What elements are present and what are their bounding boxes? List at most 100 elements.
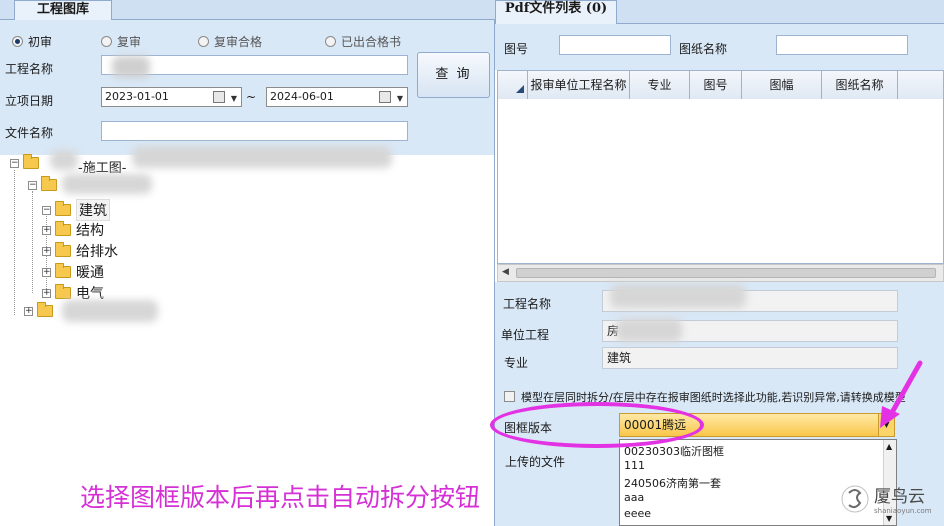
- folder-open-icon: [41, 176, 57, 191]
- redacted-block: [616, 318, 682, 342]
- project-name-label: 工程名称: [5, 62, 54, 76]
- radio-dot: [101, 36, 112, 47]
- pdf-file-grid: 报审单位工程名称 专业 图号 图幅 图纸名称: [497, 70, 944, 264]
- tree-node-other[interactable]: +: [24, 302, 58, 317]
- tree-node-hvac[interactable]: + 暖通: [42, 262, 104, 282]
- expand-icon[interactable]: +: [42, 225, 51, 235]
- collapse-icon[interactable]: −: [42, 205, 51, 215]
- setup-date-label: 立项日期: [5, 94, 54, 108]
- redacted-block: [62, 300, 158, 322]
- folder-icon: [55, 221, 71, 236]
- tree-node-level1[interactable]: −: [28, 176, 62, 191]
- dropdown-option[interactable]: eeee: [624, 507, 651, 520]
- column-header-extra[interactable]: [898, 71, 943, 99]
- drawing-no-label: 图号: [504, 42, 529, 56]
- instruction-caption: 选择图框版本后再点击自动拆分按钮: [80, 483, 481, 512]
- tree-node-label: 给排水: [76, 244, 118, 260]
- column-header[interactable]: 图幅: [742, 71, 822, 99]
- drawing-no-input[interactable]: [559, 35, 671, 55]
- date-to-value: 2024-06-01: [270, 90, 334, 103]
- annotation-ellipse: [490, 402, 704, 448]
- date-to-picker[interactable]: 2024-06-01 ▼: [266, 87, 408, 107]
- folder-icon: [55, 242, 71, 257]
- tree-node-label: 建筑: [76, 199, 110, 221]
- bird-logo-icon: [841, 485, 869, 512]
- project-name-label: 工程名称: [503, 297, 552, 311]
- specialty-field[interactable]: 建筑: [602, 347, 898, 369]
- tree-node-structure[interactable]: + 结构: [42, 220, 104, 240]
- column-header[interactable]: 图纸名称: [822, 71, 898, 99]
- sort-icon: [516, 85, 524, 93]
- expand-icon[interactable]: +: [42, 267, 51, 277]
- date-separator: ~: [246, 90, 257, 104]
- chevron-down-icon: ▼: [396, 94, 403, 103]
- radio-dot: [12, 36, 23, 47]
- chevron-down-icon: ▼: [230, 94, 237, 103]
- folder-icon: [55, 284, 71, 299]
- file-name-label: 文件名称: [5, 126, 54, 140]
- folder-icon: [37, 302, 53, 317]
- dropdown-option[interactable]: 240506济南第一套: [624, 475, 721, 491]
- horizontal-scrollbar[interactable]: ◀: [497, 264, 944, 282]
- scroll-thumb[interactable]: [516, 268, 936, 278]
- calendar-icon: [213, 91, 225, 103]
- drawing-name-input[interactable]: [776, 35, 908, 55]
- radio-label: 复审: [117, 35, 142, 49]
- radio-re-review[interactable]: 复审: [101, 33, 141, 50]
- scroll-left-icon[interactable]: ◀: [502, 267, 509, 277]
- tree-line: [14, 170, 15, 315]
- date-from-picker[interactable]: 2023-01-01 ▼: [101, 87, 242, 107]
- radio-first-review[interactable]: 初审: [12, 33, 52, 50]
- drawing-name-label: 图纸名称: [679, 42, 728, 56]
- folder-open-icon: [23, 154, 39, 169]
- expand-icon[interactable]: +: [42, 288, 51, 298]
- watermark-brand: 厦鸟云: [874, 487, 925, 507]
- tab-pdf-file-list[interactable]: Pdf文件列表 (0): [495, 0, 617, 24]
- calendar-icon: [379, 91, 391, 103]
- unit-project-label: 单位工程: [501, 328, 550, 342]
- split-checkbox[interactable]: [504, 391, 515, 402]
- tab-project-library[interactable]: 工程图库: [14, 0, 112, 20]
- column-header[interactable]: 专业: [630, 71, 690, 99]
- file-name-input[interactable]: [101, 121, 408, 141]
- watermark-url: shaniaoyun.com: [874, 507, 932, 515]
- redacted-block: [610, 284, 746, 308]
- date-from-value: 2023-01-01: [105, 90, 169, 103]
- tree-node-architecture[interactable]: − 建筑: [42, 199, 110, 221]
- redacted-block: [112, 56, 150, 78]
- radio-certificate-issued[interactable]: 已出合格书: [325, 33, 401, 50]
- collapse-icon[interactable]: −: [10, 158, 19, 168]
- column-header[interactable]: 图号: [690, 71, 742, 99]
- radio-dot: [325, 36, 336, 47]
- right-tabstrip: Pdf文件列表 (0): [495, 0, 944, 24]
- collapse-icon[interactable]: −: [28, 180, 37, 190]
- grid-corner: [498, 71, 528, 99]
- tree-node-root[interactable]: −: [10, 154, 44, 169]
- radio-label: 已出合格书: [341, 35, 402, 49]
- specialty-value: 建筑: [607, 351, 632, 365]
- column-header[interactable]: 报审单位工程名称: [528, 71, 630, 99]
- redacted-block: [50, 150, 78, 170]
- radio-label: 初审: [28, 35, 53, 49]
- scroll-up-icon[interactable]: ▲: [886, 442, 892, 451]
- folder-icon: [55, 201, 71, 216]
- scroll-down-icon[interactable]: ▼: [886, 514, 892, 523]
- expand-icon[interactable]: +: [24, 306, 33, 316]
- annotation-arrow-icon: [880, 360, 923, 428]
- folder-icon: [55, 263, 71, 278]
- radio-label: 复审合格: [214, 35, 263, 49]
- tree-line: [32, 191, 33, 293]
- tree-node-label: 结构: [76, 223, 104, 239]
- expand-icon[interactable]: +: [42, 246, 51, 256]
- query-button[interactable]: 查 询: [417, 52, 490, 98]
- uploaded-files-label: 上传的文件: [505, 455, 566, 469]
- dropdown-option[interactable]: aaa: [624, 491, 644, 504]
- dropdown-option[interactable]: 111: [624, 459, 645, 472]
- tree-node-plumbing[interactable]: + 给排水: [42, 241, 118, 261]
- redacted-block: [62, 174, 152, 194]
- left-tabstrip: 工程图库: [0, 0, 495, 20]
- radio-dot: [198, 36, 209, 47]
- radio-re-review-passed[interactable]: 复审合格: [198, 33, 262, 50]
- specialty-label: 专业: [504, 356, 529, 370]
- redacted-block: [132, 146, 392, 168]
